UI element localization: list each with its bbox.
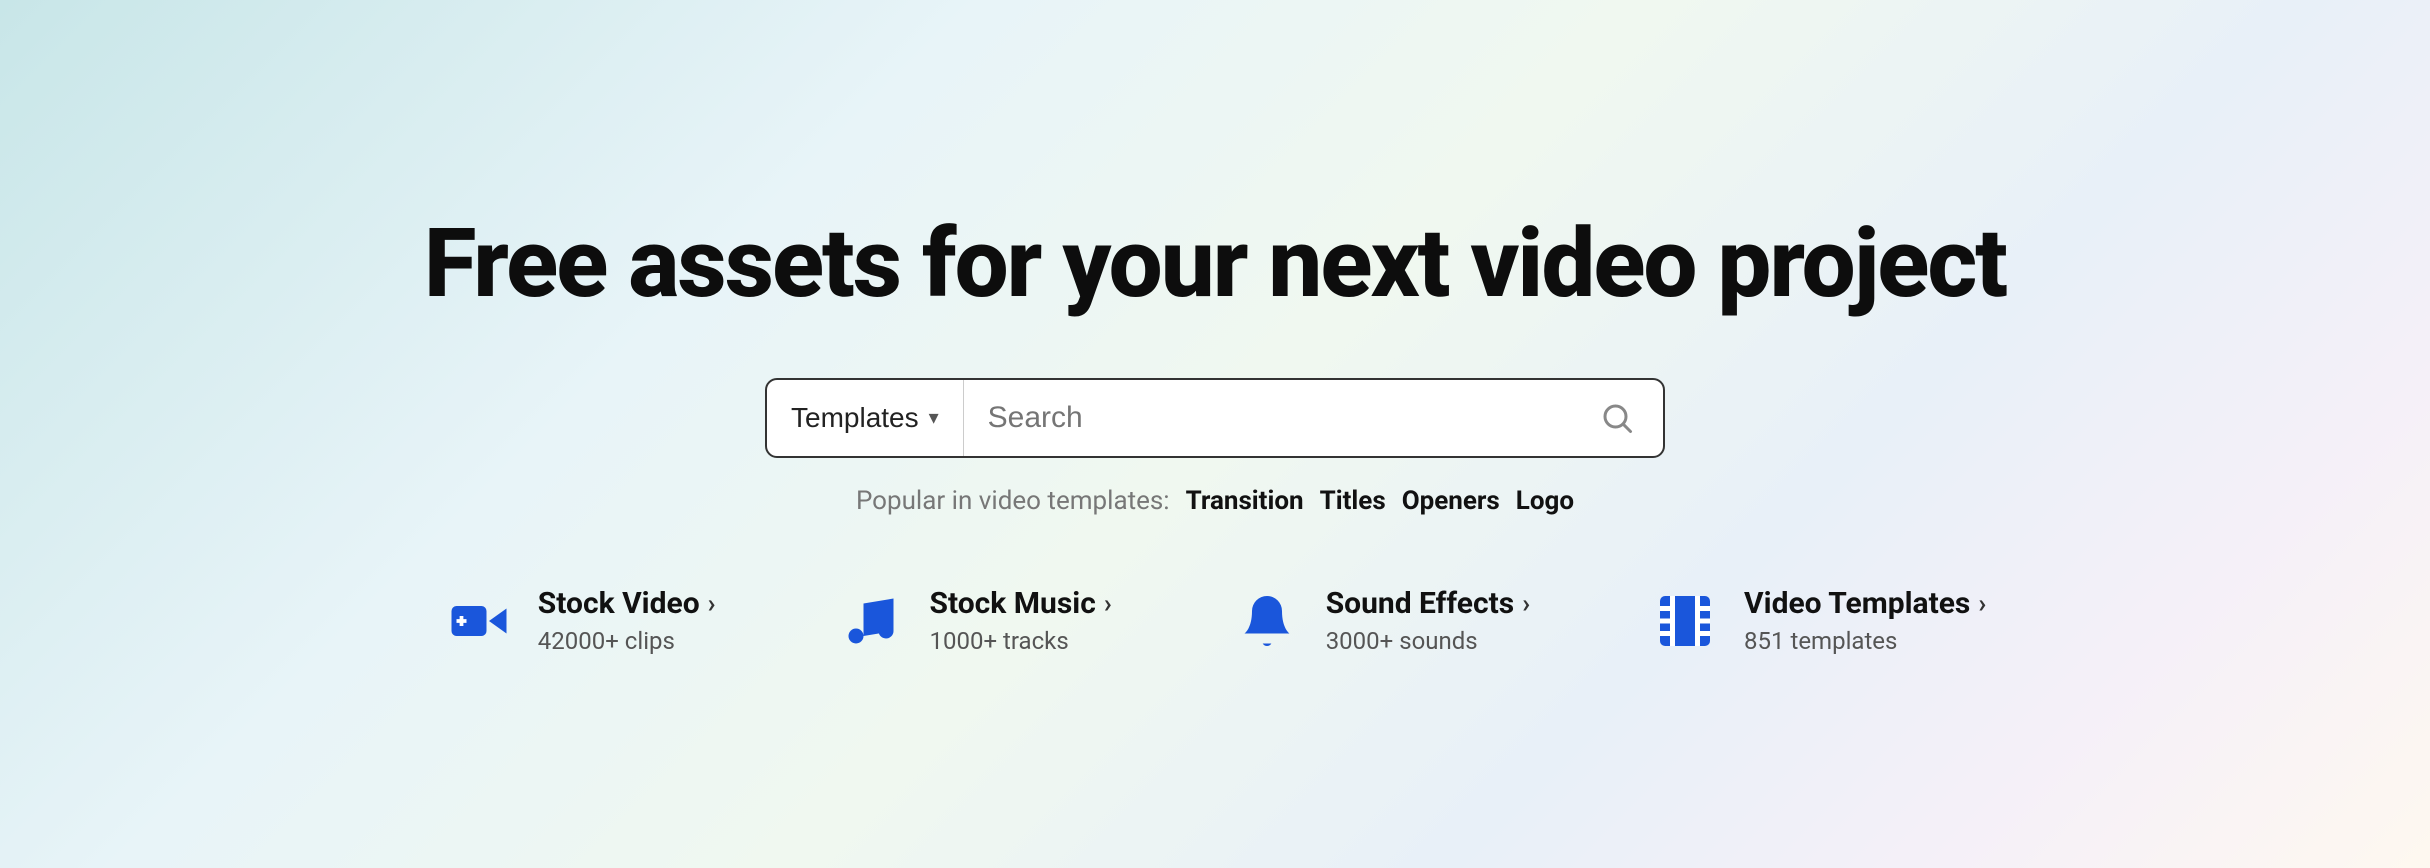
category-sound-effects[interactable]: Sound Effects › 3000+ sounds: [1232, 586, 1530, 656]
stock-video-text: Stock Video › 42000+ clips: [538, 586, 716, 655]
stock-video-subtitle: 42000+ clips: [538, 627, 716, 655]
video-templates-arrow: ›: [1978, 589, 1986, 619]
search-bar: Templates ▾: [765, 378, 1665, 458]
search-icon: [1599, 400, 1635, 436]
video-templates-text: Video Templates › 851 templates: [1744, 586, 1986, 655]
search-container: Templates ▾ Popular in video templates: …: [0, 378, 2430, 516]
bell-icon: [1232, 586, 1302, 656]
sound-effects-title: Sound Effects ›: [1326, 586, 1530, 621]
category-video-templates[interactable]: Video Templates › 851 templates: [1650, 586, 1986, 656]
stock-music-arrow: ›: [1104, 589, 1112, 619]
category-dropdown[interactable]: Templates ▾: [767, 380, 964, 456]
popular-label: Popular in video templates:: [856, 486, 1170, 516]
search-input[interactable]: [964, 380, 1571, 456]
sound-effects-text: Sound Effects › 3000+ sounds: [1326, 586, 1530, 655]
tag-transition[interactable]: Transition: [1186, 486, 1304, 516]
popular-tags: Popular in video templates: Transition T…: [856, 486, 1574, 516]
film-strip-icon: [1650, 586, 1720, 656]
stock-music-text: Stock Music › 1000+ tracks: [930, 586, 1112, 655]
tag-openers[interactable]: Openers: [1402, 486, 1500, 516]
category-stock-video[interactable]: Stock Video › 42000+ clips: [444, 586, 716, 656]
stock-video-arrow: ›: [708, 589, 716, 619]
hero-section: Free assets for your next video project …: [0, 172, 2430, 696]
search-button[interactable]: [1571, 380, 1663, 456]
video-templates-title: Video Templates ›: [1744, 586, 1986, 621]
sound-effects-arrow: ›: [1522, 589, 1530, 619]
stock-music-title: Stock Music ›: [930, 586, 1112, 621]
categories-row: Stock Video › 42000+ clips Stock Music ›: [0, 586, 2430, 656]
tag-logo[interactable]: Logo: [1516, 486, 1574, 516]
stock-music-subtitle: 1000+ tracks: [930, 627, 1112, 655]
sound-effects-subtitle: 3000+ sounds: [1326, 627, 1530, 655]
tag-titles[interactable]: Titles: [1320, 486, 1386, 516]
stock-video-title: Stock Video ›: [538, 586, 716, 621]
chevron-down-icon: ▾: [929, 405, 939, 430]
music-note-icon: [836, 586, 906, 656]
category-stock-music[interactable]: Stock Music › 1000+ tracks: [836, 586, 1112, 656]
video-templates-subtitle: 851 templates: [1744, 627, 1986, 655]
video-camera-icon: [444, 586, 514, 656]
category-label: Templates: [791, 402, 919, 434]
main-heading: Free assets for your next video project: [424, 212, 2006, 318]
